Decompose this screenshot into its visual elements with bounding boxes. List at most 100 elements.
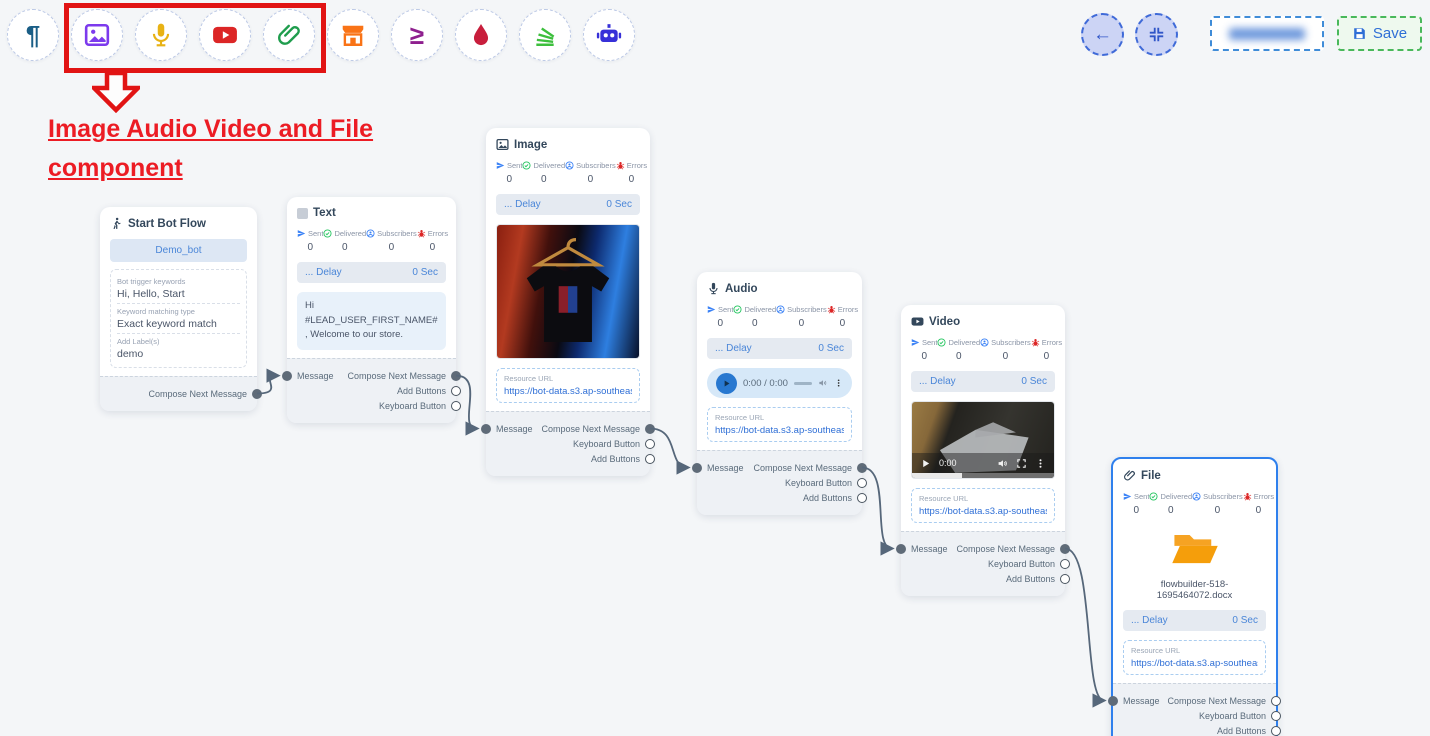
toolbar-button-condition[interactable]: ≥ bbox=[391, 9, 443, 61]
node-start-bot-flow[interactable]: Start Bot Flow Demo_bot Bot trigger keyw… bbox=[100, 207, 257, 411]
output-label: Keyboard Button bbox=[785, 478, 852, 488]
redacted-button[interactable] bbox=[1210, 16, 1324, 51]
node-file[interactable]: File Sent0 Delivered0 Subscribers0 Error… bbox=[1111, 457, 1278, 736]
input-dot[interactable] bbox=[282, 371, 292, 381]
stat-sent: Sent0 bbox=[707, 305, 733, 329]
stat-subscribers: Subscribers0 bbox=[980, 338, 1031, 362]
video-controls[interactable]: 0:00 bbox=[912, 453, 1054, 473]
output-dot-compose-next-message[interactable] bbox=[1060, 544, 1070, 554]
field-label: Add Label(s) bbox=[117, 337, 240, 346]
node-text[interactable]: Text Sent0 Delivered0 Subscribers0 Error… bbox=[287, 197, 456, 423]
field-value[interactable]: Exact keyword match bbox=[117, 318, 240, 330]
resource-url-link[interactable]: https://bot-data.s3.ap-southeast-1.wasab… bbox=[1131, 658, 1258, 669]
input-dot[interactable] bbox=[1108, 696, 1118, 706]
start-fields: Bot trigger keywordsHi, Hello, Start Key… bbox=[110, 269, 247, 368]
stat-delivered: Delivered0 bbox=[733, 305, 776, 329]
video-preview[interactable]: 0:00 bbox=[911, 401, 1055, 479]
node-video[interactable]: Video Sent0 Delivered0 Subscribers0 Erro… bbox=[901, 305, 1065, 596]
output-dot-compose-next-message[interactable] bbox=[451, 371, 461, 381]
input-dot[interactable] bbox=[481, 424, 491, 434]
toolbar-button-drip[interactable] bbox=[455, 9, 507, 61]
stat-subscribers: Subscribers0 bbox=[776, 305, 827, 329]
toolbar-button-ecommerce[interactable] bbox=[327, 9, 379, 61]
output-dot-keyboard-button[interactable] bbox=[1060, 559, 1070, 569]
stat-subscribers: Subscribers0 bbox=[1192, 492, 1243, 516]
volume-icon[interactable] bbox=[997, 458, 1008, 469]
resource-url-link[interactable]: https://bot-data.s3.ap-southeast-1.wasab… bbox=[504, 386, 632, 397]
output-dot-compose-next-message[interactable] bbox=[645, 424, 655, 434]
edge-audio-out-0-to-video-in bbox=[862, 468, 892, 549]
node-image[interactable]: Image Sent0 Delivered0 Subscribers0 Erro… bbox=[486, 128, 650, 476]
resource-url-link[interactable]: https://bot-data.s3.ap-southeast-1.wasab… bbox=[715, 425, 844, 436]
collapse-button[interactable] bbox=[1135, 13, 1178, 56]
output-dot-compose-next-message[interactable] bbox=[1271, 696, 1281, 706]
check-circle-icon bbox=[323, 229, 332, 238]
output-label: Add Buttons bbox=[591, 454, 640, 464]
fullscreen-icon[interactable] bbox=[1016, 458, 1027, 469]
node-title: Text bbox=[313, 207, 336, 219]
back-button[interactable]: ← bbox=[1081, 13, 1124, 56]
output-dot-keyboard-button[interactable] bbox=[1271, 711, 1281, 721]
delay-bar[interactable]: ... Delay0 Sec bbox=[707, 338, 852, 359]
toolbar-button-file[interactable] bbox=[263, 9, 315, 61]
delay-bar[interactable]: ... Delay0 Sec bbox=[496, 194, 640, 215]
output-dot-add-buttons[interactable] bbox=[1060, 574, 1070, 584]
delay-bar[interactable]: ... Delay0 Sec bbox=[1123, 610, 1266, 631]
volume-icon[interactable] bbox=[818, 377, 827, 389]
audio-player[interactable]: 0:00 / 0:00 bbox=[707, 368, 852, 398]
resource-url-box: Resource URL https://bot-data.s3.ap-sout… bbox=[707, 407, 852, 442]
flow-builder-canvas[interactable]: ¶ ≥ Image Audio Video and File component… bbox=[0, 0, 1430, 736]
video-icon bbox=[911, 315, 924, 328]
play-icon bbox=[722, 379, 731, 388]
node-title: Start Bot Flow bbox=[128, 218, 206, 230]
bug-icon bbox=[1031, 338, 1040, 347]
node-audio[interactable]: Audio Sent0 Delivered0 Subscribers0 Erro… bbox=[697, 272, 862, 515]
image-icon bbox=[84, 22, 110, 48]
stat-sent: Sent0 bbox=[496, 161, 522, 185]
output-label: Compose Next Message bbox=[541, 424, 640, 434]
output-dot-keyboard-button[interactable] bbox=[451, 401, 461, 411]
output-dot-add-buttons[interactable] bbox=[451, 386, 461, 396]
output-dot-keyboard-button[interactable] bbox=[857, 478, 867, 488]
delay-bar[interactable]: ... Delay0 Sec bbox=[911, 371, 1055, 392]
bot-name-button[interactable]: Demo_bot bbox=[110, 239, 247, 262]
play-button[interactable] bbox=[716, 373, 737, 394]
youtube-icon bbox=[212, 22, 238, 48]
field-value[interactable]: demo bbox=[117, 348, 240, 360]
send-icon bbox=[297, 229, 306, 238]
delay-bar[interactable]: ... Delay0 Sec bbox=[297, 262, 446, 283]
send-icon bbox=[1123, 492, 1132, 501]
output-dot-add-buttons[interactable] bbox=[645, 454, 655, 464]
output-dot-add-buttons[interactable] bbox=[1271, 726, 1281, 736]
send-icon bbox=[911, 338, 920, 347]
message-preview[interactable]: Hi #LEAD_USER_FIRST_NAME# , Welcome to o… bbox=[297, 292, 446, 350]
stat-subscribers: Subscribers0 bbox=[366, 229, 417, 253]
output-dot-compose-next-message[interactable] bbox=[857, 463, 867, 473]
check-circle-icon bbox=[937, 338, 946, 347]
save-button[interactable]: Save bbox=[1337, 16, 1422, 51]
play-icon[interactable] bbox=[920, 458, 931, 469]
input-dot[interactable] bbox=[692, 463, 702, 473]
stat-sent: Sent0 bbox=[1123, 492, 1149, 516]
video-progress-bar[interactable] bbox=[912, 473, 1054, 478]
audio-progress[interactable] bbox=[794, 382, 813, 385]
toolbar-button-bot[interactable] bbox=[583, 9, 635, 61]
field-value[interactable]: Hi, Hello, Start bbox=[117, 288, 240, 300]
kebab-menu-icon[interactable] bbox=[834, 377, 843, 389]
toolbar-button-video[interactable] bbox=[199, 9, 251, 61]
user-circle-icon bbox=[980, 338, 989, 347]
output-label: Keyboard Button bbox=[573, 439, 640, 449]
toolbar-button-sequence[interactable] bbox=[519, 9, 571, 61]
annotation-text: Image Audio Video and File component bbox=[48, 110, 373, 188]
output-dot-keyboard-button[interactable] bbox=[645, 439, 655, 449]
toolbar-button-text[interactable]: ¶ bbox=[7, 9, 59, 61]
toolbar-button-audio[interactable] bbox=[135, 9, 187, 61]
input-dot[interactable] bbox=[896, 544, 906, 554]
toolbar-button-image[interactable] bbox=[71, 9, 123, 61]
node-title: Audio bbox=[725, 283, 758, 295]
resource-url-link[interactable]: https://bot-data.s3.ap-southeast-1.wasab… bbox=[919, 506, 1047, 517]
output-dot-add-buttons[interactable] bbox=[857, 493, 867, 503]
output-dot-compose-next-message[interactable] bbox=[252, 389, 262, 399]
image-preview[interactable] bbox=[496, 224, 640, 359]
kebab-menu-icon[interactable] bbox=[1035, 458, 1046, 469]
